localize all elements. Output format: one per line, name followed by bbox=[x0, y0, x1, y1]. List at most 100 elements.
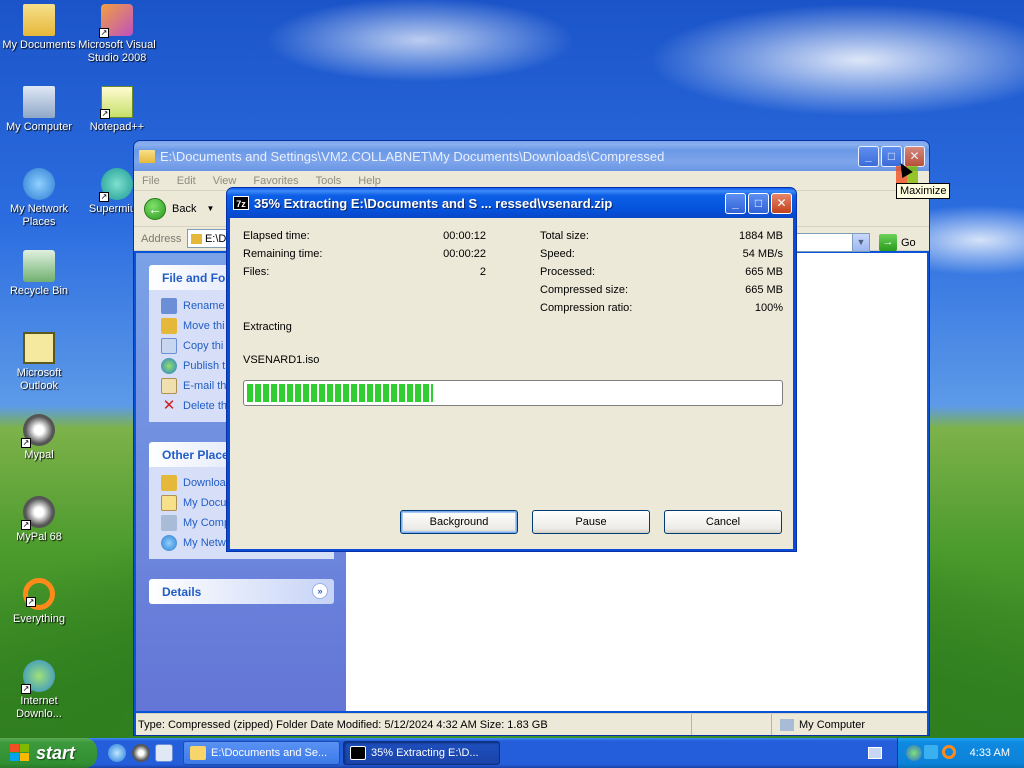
desktop-icon-label: Microsoft Visual Studio 2008 bbox=[78, 39, 156, 64]
desktop-icon-label: Everything bbox=[13, 613, 65, 625]
back-arrow-icon: ← bbox=[144, 197, 166, 220]
menu-edit[interactable]: Edit bbox=[177, 175, 196, 187]
go-label: Go bbox=[901, 236, 916, 249]
taskbar-item-label: E:\Documents and Se... bbox=[211, 747, 328, 759]
task-label: Copy thi bbox=[183, 340, 224, 352]
network-icon bbox=[161, 535, 177, 551]
desktop-icon-everything[interactable]: ↗ Everything bbox=[0, 578, 78, 626]
menu-file[interactable]: File bbox=[142, 175, 160, 187]
maximize-button[interactable]: □ bbox=[748, 192, 769, 214]
email-icon bbox=[161, 378, 177, 394]
status-bar: Type: Compressed (zipped) Folder Date Mo… bbox=[136, 713, 927, 735]
file-tasks-title: File and Fol bbox=[162, 270, 229, 285]
go-arrow-icon: → bbox=[879, 234, 897, 251]
chevron-down-icon: ▼ bbox=[206, 204, 215, 213]
folder-icon bbox=[23, 4, 55, 36]
desktop-icon-mypal[interactable]: ↗ Mypal bbox=[0, 414, 78, 462]
rename-icon bbox=[161, 298, 177, 314]
close-button[interactable]: ✕ bbox=[771, 192, 792, 214]
desktop-icon-mypal-68[interactable]: ↗ MyPal 68 bbox=[0, 496, 78, 544]
raccoon-icon: ↗ bbox=[21, 496, 55, 530]
expand-chevron-icon[interactable]: » bbox=[312, 583, 328, 599]
compression-ratio-value: 100% bbox=[754, 302, 783, 314]
desktop-icon-visual-studio[interactable]: ↗ Microsoft Visual Studio 2008 bbox=[78, 4, 156, 65]
compressed-size-label: Compressed size: bbox=[540, 284, 629, 296]
desktop-icon-notepad-plus[interactable]: ↗ Notepad++ bbox=[78, 86, 156, 134]
explorer-title: E:\Documents and Settings\VM2.COLLABNET\… bbox=[160, 148, 665, 164]
address-input[interactable]: E:\D bbox=[187, 229, 228, 248]
raccoon-icon[interactable] bbox=[132, 744, 150, 762]
extract-progress-bar bbox=[243, 380, 783, 406]
status-divider bbox=[691, 714, 771, 735]
desktop-icon-outlook[interactable]: Microsoft Outlook bbox=[0, 332, 78, 393]
back-label: Back bbox=[172, 202, 197, 215]
clock[interactable]: 4:33 AM bbox=[970, 747, 1010, 759]
globe-icon bbox=[161, 358, 177, 374]
menu-tools[interactable]: Tools bbox=[316, 175, 342, 187]
network-tray-icon[interactable] bbox=[906, 745, 922, 761]
folder-icon bbox=[139, 149, 155, 163]
minimize-button[interactable]: _ bbox=[858, 145, 879, 167]
menu-help[interactable]: Help bbox=[358, 175, 381, 187]
explorer-titlebar[interactable]: E:\Documents and Settings\VM2.COLLABNET\… bbox=[134, 141, 929, 171]
desktop-icon-recycle-bin[interactable]: Recycle Bin bbox=[0, 250, 78, 298]
place-label: My Docu bbox=[183, 497, 227, 509]
show-desktop-icon[interactable] bbox=[155, 744, 173, 762]
maximize-tooltip: Maximize bbox=[896, 183, 951, 199]
go-button[interactable]: → Go bbox=[879, 234, 916, 251]
cancel-button[interactable]: Cancel bbox=[664, 510, 782, 534]
progress-fill bbox=[247, 384, 434, 402]
raccoon-icon: ↗ bbox=[21, 414, 55, 448]
dialog-titlebar[interactable]: 7z 35% Extracting E:\Documents and S ...… bbox=[227, 188, 796, 218]
current-file-label: VSENARD1.iso bbox=[243, 354, 320, 366]
place-label: My Comp bbox=[183, 517, 231, 529]
cancel-button-label: Cancel bbox=[705, 516, 741, 528]
elapsed-time-label: Elapsed time: bbox=[243, 230, 310, 242]
minimize-button[interactable]: _ bbox=[725, 192, 746, 214]
desktop-icon-label: Microsoft Outlook bbox=[16, 367, 62, 392]
status-info: Type: Compressed (zipped) Folder Date Mo… bbox=[138, 718, 548, 731]
total-size-label: Total size: bbox=[540, 230, 589, 242]
menu-view[interactable]: View bbox=[213, 175, 237, 187]
details-header[interactable]: Details » bbox=[149, 579, 334, 604]
shortcut-arrow-icon: ↗ bbox=[21, 684, 31, 694]
shortcut-arrow-icon: ↗ bbox=[21, 520, 31, 530]
desktop-icon-my-documents[interactable]: My Documents bbox=[0, 4, 78, 52]
desktop-icon-internet-download[interactable]: ↗ Internet Downlo... bbox=[0, 660, 78, 721]
menu-favorites[interactable]: Favorites bbox=[253, 175, 298, 187]
pause-button[interactable]: Pause bbox=[532, 510, 650, 534]
desktop-icon-my-computer[interactable]: My Computer bbox=[0, 86, 78, 134]
compressed-size-value: 665 MB bbox=[745, 284, 783, 296]
folder-icon bbox=[161, 475, 177, 491]
keyboard-icon[interactable] bbox=[868, 747, 882, 759]
supermium-icon: ↗ bbox=[99, 168, 133, 202]
desktop-icon-my-network-places[interactable]: My Network Places bbox=[0, 168, 78, 229]
dialog-body: Elapsed time: 00:00:12 Remaining time: 0… bbox=[230, 218, 793, 549]
computer-icon bbox=[780, 718, 794, 731]
dialog-title: 35% Extracting E:\Documents and S ... re… bbox=[254, 195, 613, 211]
taskbar-item-explorer[interactable]: E:\Documents and Se... bbox=[183, 741, 340, 765]
search-tray-icon[interactable] bbox=[942, 745, 956, 759]
task-label: E-mail th bbox=[183, 380, 227, 392]
task-label: Move thi bbox=[183, 320, 225, 332]
address-dropdown[interactable]: ▼ bbox=[794, 233, 870, 252]
status-location-label: My Computer bbox=[799, 718, 866, 731]
internet-explorer-icon[interactable] bbox=[108, 744, 126, 762]
shortcut-arrow-icon: ↗ bbox=[100, 109, 110, 119]
background-button[interactable]: Background bbox=[400, 510, 518, 534]
outlook-icon bbox=[23, 332, 55, 364]
speed-label: Speed: bbox=[540, 248, 575, 260]
address-label: Address bbox=[141, 232, 182, 245]
details-group: Details » bbox=[149, 579, 334, 604]
background-button-label: Background bbox=[429, 516, 489, 528]
details-title: Details bbox=[162, 584, 202, 599]
desktop-icon-label: My Network Places bbox=[9, 203, 69, 228]
7zip-logo-icon: 7z bbox=[233, 196, 249, 210]
7zip-logo-icon bbox=[350, 746, 366, 760]
back-button[interactable]: ← Back ▼ bbox=[144, 197, 215, 220]
start-button[interactable]: start bbox=[0, 738, 97, 768]
security-tray-icon[interactable] bbox=[924, 745, 938, 759]
taskbar-item-7zip[interactable]: 35% Extracting E:\D... bbox=[343, 741, 500, 765]
desktop-icon-label: Recycle Bin bbox=[9, 285, 69, 297]
extract-dialog: 7z 35% Extracting E:\Documents and S ...… bbox=[226, 187, 797, 552]
